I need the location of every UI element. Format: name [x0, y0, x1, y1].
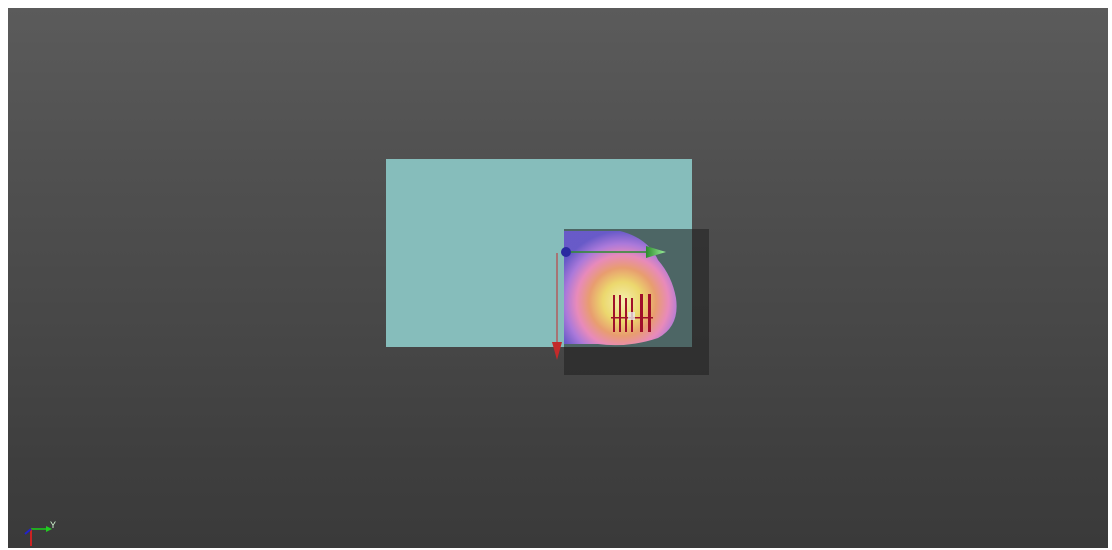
gizmo-origin-icon[interactable] — [561, 247, 571, 257]
orientation-axes-icon: Y — [24, 520, 56, 546]
scene-canvas[interactable]: Y — [8, 8, 1108, 548]
gizmo-y-arrow-icon[interactable] — [552, 342, 562, 360]
orientation-axis-label-y: Y — [50, 520, 56, 530]
3d-viewport[interactable]: Y — [8, 8, 1108, 548]
